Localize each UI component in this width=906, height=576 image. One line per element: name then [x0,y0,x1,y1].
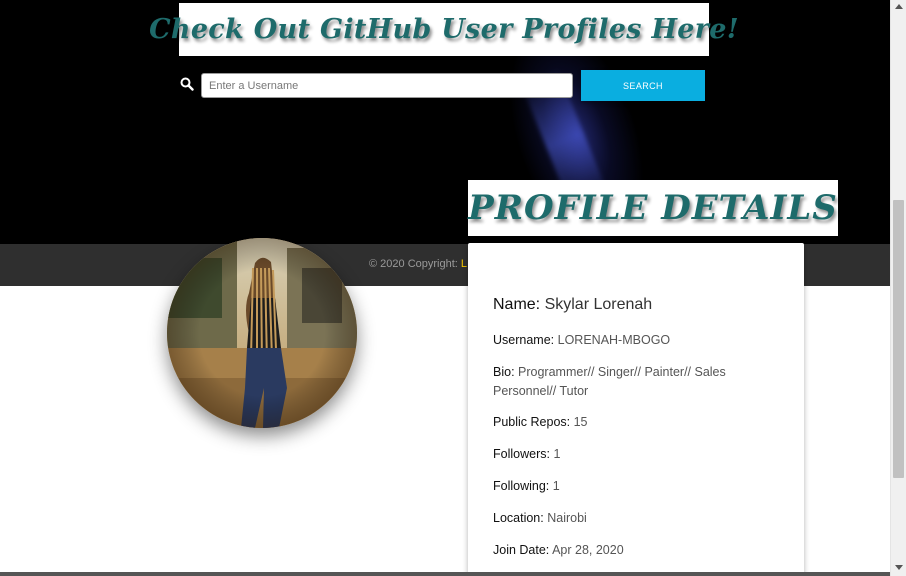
profile-bio-label: Bio: [493,365,515,379]
scroll-thumb[interactable] [893,200,904,478]
profile-join-date-value: Apr 28, 2020 [552,543,624,557]
footer-link[interactable]: L [461,258,467,270]
profile-followers-label: Followers: [493,447,550,461]
profile-name-label: Name: [493,296,541,313]
footer-copyright: © 2020 Copyright: L [369,258,467,270]
profile-card: Name: Skylar Lorenah Username: LORENAH-M… [468,243,804,576]
search-button[interactable]: SEARCH [581,70,705,101]
footer-copyright-text: © 2020 Copyright: [369,258,461,270]
profile-following-label: Following: [493,479,550,493]
avatar [167,238,357,428]
search-icon [180,77,194,91]
profile-join-date-label: Join Date: [493,543,550,557]
profile-bio-value: Programmer// Singer// Painter// Sales Pe… [493,365,726,398]
profile-followers-row: Followers: 1 [493,445,793,464]
vertical-scrollbar[interactable] [890,0,906,576]
profile-name-row: Name: Skylar Lorenah [493,295,793,315]
profile-followers-value: 1 [553,447,561,461]
profile-repos-value: 15 [573,415,588,429]
profile-repos-row: Public Repos: 15 [493,413,793,432]
scroll-down-arrow-icon[interactable] [895,565,903,570]
profile-username-value: LORENAH-MBOGO [557,333,671,347]
profile-username-row: Username: LORENAH-MBOGO [493,331,793,350]
profile-join-date-row: Join Date: Apr 28, 2020 [493,541,793,560]
header-banner-title: Check Out GitHub User Profiles Here! [149,14,739,45]
scroll-up-arrow-icon[interactable] [895,4,903,9]
profile-repos-label: Public Repos: [493,415,571,429]
profile-username-label: Username: [493,333,555,347]
profile-bio-row: Bio: Programmer// Singer// Painter// Sal… [493,363,753,401]
profile-location-row: Location: Nairobi [493,509,793,528]
username-search-input[interactable] [201,73,573,98]
profile-location-label: Location: [493,511,544,525]
profile-following-row: Following: 1 [493,477,793,496]
bottom-edge [0,572,890,576]
profile-following-value: 1 [552,479,560,493]
header-banner: Check Out GitHub User Profiles Here! [149,3,739,56]
profile-name-value: Skylar Lorenah [544,296,653,313]
profile-details-banner: PROFILE DETAILS [468,180,838,236]
profile-location-value: Nairobi [547,511,587,525]
profile-details-heading: PROFILE DETAILS [468,188,838,228]
page: Check Out GitHub User Profiles Here! SEA… [0,0,906,576]
